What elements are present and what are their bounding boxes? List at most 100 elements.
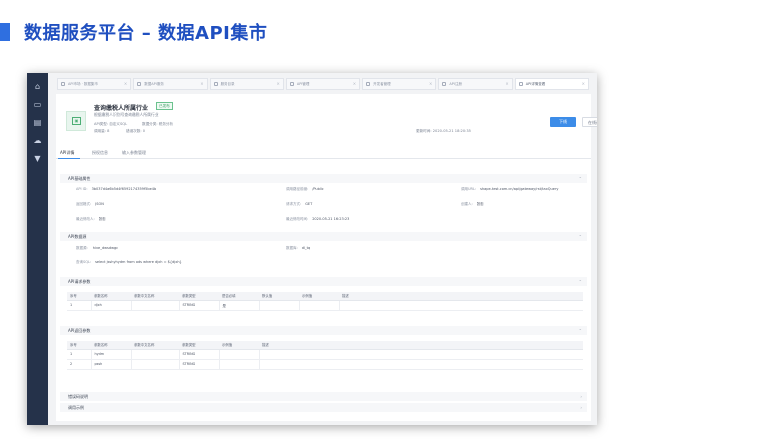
datasource-field: 数据源: hive_dwsdwgc (76, 246, 119, 250)
response-params-table: 序号 参数名称 参数中文名称 参数类型 示例值 描述 1 hydm STRING… (67, 341, 583, 370)
active-tab-indicator (58, 158, 80, 159)
table-row: 1 hydm STRING (67, 349, 583, 360)
column-header: 序号 (67, 292, 91, 301)
home-icon[interactable]: ⌂ (32, 81, 43, 92)
column-header: 示例值 (299, 292, 339, 301)
column-header: 示例值 (219, 341, 259, 350)
tab-service-catalog[interactable]: 服务目录 × (209, 78, 284, 90)
table-cell (259, 359, 583, 370)
tab-data-api-service[interactable]: 数据API服务 × (133, 78, 208, 90)
tab-api-market[interactable]: API市场 · 数据集市 × (57, 78, 132, 90)
path-prefix-field: 调用路径前缀:/Public (286, 187, 324, 191)
chevron-right-icon: › (580, 394, 582, 399)
api-description: 根据缴税人识别号查询缴税人所属行业 (94, 112, 159, 117)
table-cell: 1 (67, 349, 92, 360)
tab-bar: API市场 · 数据集市 × 数据API服务 × 服务目录 × API管理 × 开发者管… (57, 78, 589, 90)
updated-time: 更新时间: 2020-05-21 18:20:35 (416, 129, 471, 133)
call-count: 调用量: 8 (94, 129, 110, 133)
request-params-table: 序号 参数名称 参数中文名称 参数类型 是否必填 默认值 示例值 描述 1 dj… (67, 292, 583, 311)
cloud-icon[interactable]: ☁ (32, 135, 43, 146)
subtab-authorization[interactable]: 授权信息 (92, 150, 108, 156)
close-icon[interactable]: × (505, 79, 508, 89)
close-icon[interactable]: × (124, 79, 127, 89)
tab-label: 开发者管理 (373, 82, 391, 86)
tab-label: 服务目录 (220, 82, 235, 86)
section-basic-properties[interactable]: API基础属性 ⌃ (60, 174, 587, 183)
column-header: 参数中文名称 (131, 341, 179, 350)
query-sql-field: 查询SQL: select jsshyhydm from ods where dj… (76, 260, 182, 264)
section-call-example[interactable]: 调用示例 › (60, 403, 587, 412)
api-id-field: API ID: 3b037d4a6b5d4f6592174359f5be4b (76, 187, 157, 191)
chevron-up-icon: ⌃ (578, 234, 582, 239)
tab-developer-management[interactable]: 开发者管理 × (362, 78, 437, 90)
status-badge: 已发布 (156, 102, 173, 110)
section-response-params[interactable]: API返回参数 ⌃ (60, 326, 587, 335)
call-url-field: 调用URL: shape-test.com.cn/api/gateway/rst/… (461, 187, 559, 191)
document-icon[interactable]: ▤ (32, 117, 43, 128)
page-icon (289, 82, 294, 86)
debug-button[interactable]: 在线调试 (582, 117, 597, 127)
offline-button[interactable]: 下线 (550, 117, 576, 127)
table-header-row: 序号 参数名称 参数中文名称 参数类型 是否必填 默认值 示例值 描述 (67, 292, 583, 301)
tab-api-detail[interactable]: API详情查看 × (514, 78, 589, 90)
api-name: 查询缴税人所属行业 (94, 105, 149, 112)
slide-title: 数据服务平台 – 数据API集市 (24, 23, 268, 44)
column-header: 默认值 (259, 292, 299, 301)
chevron-up-icon: ⌃ (578, 176, 582, 181)
close-icon[interactable]: × (276, 79, 279, 89)
filter-icon[interactable]: ▼ (32, 153, 43, 164)
api-thumbnail-icon: ▣ (66, 111, 86, 131)
chevron-up-icon: ⌃ (578, 328, 582, 333)
close-icon[interactable]: × (582, 79, 585, 89)
tab-label: API管理 (296, 82, 310, 86)
subtab-api-detail[interactable]: API详情 (60, 150, 74, 156)
table-cell (219, 349, 260, 360)
api-category: 数据分类: 税务分析 (142, 122, 174, 126)
close-icon[interactable]: × (353, 79, 356, 89)
table-cell (131, 359, 180, 370)
column-header: 是否必填 (219, 292, 259, 301)
page-icon (61, 82, 65, 86)
column-header: 参数名称 (91, 292, 131, 301)
subtab-input-params[interactable]: 输入参数管理 (122, 150, 146, 156)
table-row: 1 djxh STRING 是 (67, 300, 583, 311)
close-icon[interactable]: × (200, 79, 203, 89)
request-method-field: 请求方式: GET (286, 202, 313, 206)
table-cell (259, 349, 583, 360)
table-cell (299, 300, 340, 311)
tab-label: API市场 · 数据集市 (68, 82, 98, 86)
tab-api-management[interactable]: API管理 × (285, 78, 361, 90)
page-icon (137, 82, 142, 86)
creator-field: 创建人: 张忠 (461, 202, 484, 206)
chevron-up-icon: ⌃ (578, 279, 582, 284)
table-cell (219, 359, 260, 370)
tab-label: 数据API服务 (144, 82, 164, 86)
page-icon (213, 82, 218, 86)
page-icon (442, 82, 447, 86)
folder-icon[interactable]: ▭ (32, 99, 43, 110)
column-header: 参数类型 (179, 292, 219, 301)
column-header: 序号 (67, 341, 91, 350)
page-icon (366, 82, 371, 86)
column-header: 描述 (259, 341, 583, 350)
table-cell: STRING (179, 349, 220, 360)
section-error-codes[interactable]: 错误码说明 › (60, 392, 587, 401)
database-field: 数据库: dl_tq (286, 246, 311, 250)
api-detail-card: ▣ 查询缴税人所属行业 已发布 根据缴税人识别号查询缴税人所属行业 API类型:… (56, 94, 597, 421)
table-cell: hydm (91, 349, 132, 360)
slide-accent-bar (0, 23, 10, 41)
tab-api-register[interactable]: API注册 × (438, 78, 513, 90)
close-icon[interactable]: × (429, 79, 432, 89)
section-request-params[interactable]: API请求参数 ⌃ (60, 277, 587, 286)
section-data-source[interactable]: API数据源 ⌃ (60, 232, 587, 241)
error-count: 错误次数: 0 (126, 129, 146, 133)
table-cell: pssh (91, 359, 132, 370)
table-cell: STRING (179, 300, 220, 311)
api-type: API类型: 自定义SQL (94, 122, 128, 126)
last-modified-time-field: 最近修改时间: 2020-05-21 16:23:23 (286, 217, 350, 221)
return-format-field: 返回格式: JSON (76, 202, 104, 206)
column-header: 参数类型 (179, 341, 219, 350)
column-header: 描述 (339, 292, 583, 301)
tab-label: API详情查看 (525, 82, 546, 86)
table-cell (339, 300, 583, 311)
